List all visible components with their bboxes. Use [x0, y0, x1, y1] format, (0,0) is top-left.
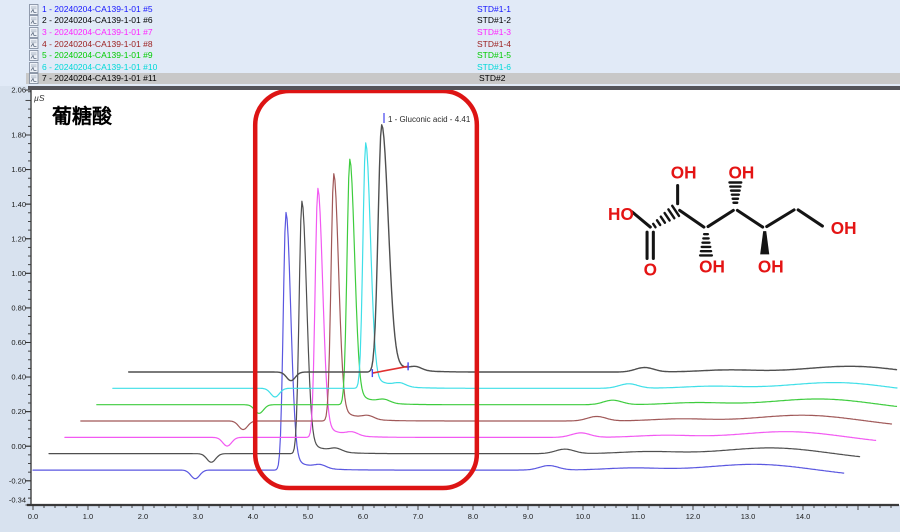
bond — [798, 210, 822, 226]
standard-id-label: STD#1-1 — [477, 4, 511, 14]
chromatography-workspace: 1 - 20240204-CA139-1-01 #5STD#1-12 - 202… — [0, 0, 900, 532]
bond — [680, 210, 704, 227]
y-axis-tick-label: 0.40 — [11, 373, 26, 382]
legend-row[interactable]: 1 - 20240204-CA139-1-01 #5 STD#1-1 — [0, 3, 900, 15]
atom-label-oh-c5: OH — [758, 257, 784, 277]
x-axis-tick-label: 1.0 — [83, 512, 93, 521]
sample-name-label: 5 - 20240204-CA139-1-01 #9 — [42, 50, 153, 60]
x-axis-tick-label: 6.0 — [358, 512, 368, 521]
panel-separator — [28, 86, 900, 90]
x-axis-tick-label: 10.0 — [576, 512, 591, 521]
hash-wedge-bond — [653, 224, 655, 227]
x-axis-tick-label: 5.0 — [303, 512, 313, 521]
chromatogram-file-icon — [29, 15, 39, 26]
hash-wedge-bond — [668, 209, 674, 218]
x-axis-tick-label: 13.0 — [741, 512, 756, 521]
y-axis-tick-label: 0.80 — [11, 303, 26, 312]
bond — [737, 210, 762, 227]
standard-id-label: STD#1-6 — [477, 62, 511, 72]
y-axis-tick-label: 1.40 — [11, 200, 26, 209]
x-axis-tick-label: 2.0 — [138, 512, 148, 521]
peak-annotation-label: 1 - Gluconic acid - 4.41 — [388, 115, 471, 124]
y-axis-tick-label: -0.20 — [9, 476, 26, 485]
y-axis-tick-label: 0.60 — [11, 338, 26, 347]
legend-row[interactable]: 7 - 20240204-CA139-1-01 #11 STD#2 — [26, 73, 900, 85]
chromatogram-file-icon — [29, 27, 39, 38]
standard-id-label: STD#1-2 — [477, 15, 511, 25]
hash-wedge-bond — [665, 213, 670, 220]
standard-id-label: STD#1-4 — [477, 39, 511, 49]
atom-label-oh-terminal: OH — [831, 218, 857, 238]
atom-label-oh-c3: OH — [699, 257, 725, 277]
sample-name-label: 6 - 20240204-CA139-1-01 #10 — [42, 62, 157, 72]
sample-legend-panel: 1 - 20240204-CA139-1-01 #5STD#1-12 - 202… — [0, 0, 900, 86]
chromatogram-file-icon — [29, 62, 39, 73]
standard-id-label: STD#1-5 — [477, 50, 511, 60]
chromatogram-file-icon — [29, 73, 39, 84]
atom-label-ho-left: HO — [608, 204, 634, 224]
y-axis-tick-label: 1.80 — [11, 131, 26, 140]
y-axis-tick-label: 2.06 — [11, 86, 26, 95]
hash-wedge-bond — [661, 217, 665, 223]
x-axis-tick-label: 0.0 — [28, 512, 38, 521]
y-axis-tick-label: 1.00 — [11, 269, 26, 278]
x-axis-tick-label: 12.0 — [686, 512, 701, 521]
y-axis-unit-label: µS — [34, 93, 45, 103]
y-axis-tick-label: 1.20 — [11, 234, 26, 243]
sample-name-label: 1 - 20240204-CA139-1-01 #5 — [42, 4, 153, 14]
legend-row[interactable]: 3 - 20240204-CA139-1-01 #7 STD#1-3 — [0, 26, 900, 38]
x-axis-tick-label: 14.0 — [796, 512, 811, 521]
chromatogram-file-icon — [29, 4, 39, 15]
y-axis-tick-label: 0.00 — [11, 442, 26, 451]
x-axis-tick-label: 3.0 — [193, 512, 203, 521]
sample-name-label: 2 - 20240204-CA139-1-01 #6 — [42, 15, 153, 25]
hash-wedge-bond — [657, 220, 660, 225]
standard-id-label: STD#2 — [479, 73, 505, 83]
standard-id-label: STD#1-3 — [477, 27, 511, 37]
gluconic-acid-structure: HO O OH OH OH OH OH — [605, 140, 890, 302]
x-axis-tick-label: 11.0 — [631, 512, 645, 521]
legend-row[interactable]: 2 - 20240204-CA139-1-01 #6 STD#1-2 — [0, 15, 900, 27]
x-axis-tick-label: 8.0 — [468, 512, 478, 521]
y-axis-tick-label: -0.34 — [9, 496, 26, 505]
bond — [632, 212, 650, 227]
legend-row[interactable]: 6 - 20240204-CA139-1-01 #10 STD#1-6 — [0, 61, 900, 73]
chromatogram-file-icon — [29, 38, 39, 49]
atom-label-oh-c2: OH — [671, 162, 697, 182]
sample-name-label: 3 - 20240204-CA139-1-01 #7 — [42, 27, 153, 37]
legend-row[interactable]: 5 - 20240204-CA139-1-01 #9 STD#1-5 — [0, 49, 900, 61]
x-axis-tick-label: 7.0 — [413, 512, 423, 521]
atom-label-o-carbonyl: O — [644, 260, 657, 280]
sample-name-label: 7 - 20240204-CA139-1-01 #11 — [42, 73, 157, 83]
y-axis-tick-label: 0.20 — [11, 407, 26, 416]
hash-wedge-bond — [672, 206, 679, 216]
solid-wedge-bond — [760, 231, 769, 254]
bond — [767, 210, 794, 227]
y-axis-tick-label: 1.60 — [11, 165, 26, 174]
legend-row[interactable]: 4 - 20240204-CA139-1-01 #8 STD#1-4 — [0, 38, 900, 50]
sample-name-label: 4 - 20240204-CA139-1-01 #8 — [42, 39, 153, 49]
atom-label-oh-c4: OH — [729, 162, 755, 182]
x-axis-tick-label: 4.0 — [248, 512, 258, 521]
chromatogram-file-icon — [29, 50, 39, 61]
plot-title: 葡糖酸 — [52, 100, 112, 129]
x-axis-tick-label: 9.0 — [523, 512, 533, 521]
bond — [708, 210, 733, 226]
